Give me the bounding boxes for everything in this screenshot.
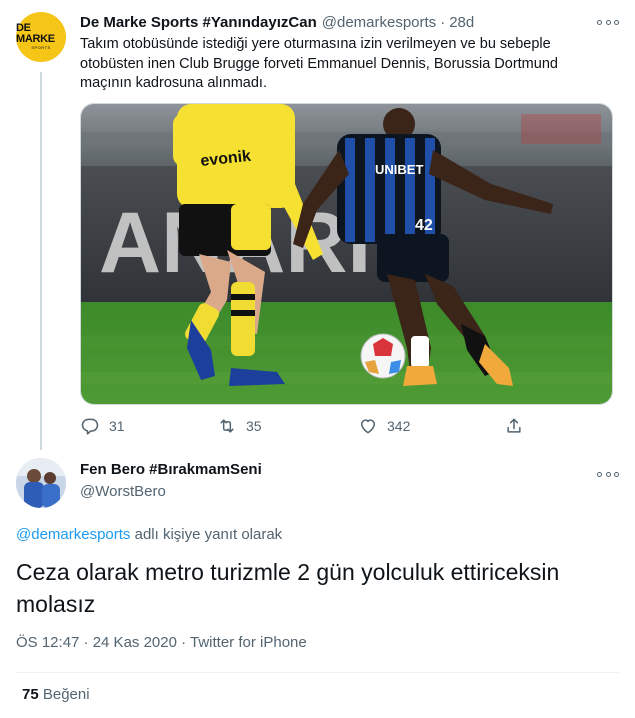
retweet-count: 35 [246, 418, 262, 434]
share-icon [507, 418, 521, 433]
more-icon[interactable] [597, 14, 619, 30]
tweet-text: Takım otobüsünde istediği yere oturmasın… [80, 36, 558, 91]
like-button[interactable]: 342 [358, 414, 410, 438]
away-number-text: 42 [415, 217, 433, 234]
reply-button[interactable]: 31 [80, 414, 125, 438]
like-count: 342 [387, 418, 411, 434]
divider [16, 672, 619, 673]
reply-icon [81, 418, 99, 435]
retweet-button[interactable]: 35 [217, 414, 262, 438]
tweet-header: De Marke Sports #YanındayızCan @demarkes… [80, 12, 619, 32]
separator-dot: · [440, 13, 446, 31]
display-name[interactable]: De Marke Sports #YanındayızCan [80, 14, 317, 31]
likes-summary[interactable]: 75 Beğeni [22, 686, 90, 703]
avatar[interactable]: DE MARKE SPORTS [16, 12, 66, 62]
football-match-photo: ANARIY evonik [81, 104, 612, 404]
retweet-icon [220, 419, 234, 433]
tweet-meta[interactable]: ÖS 12:47 · 24 Kas 2020 · Twitter for iPh… [16, 634, 307, 651]
avatar-logo-text: DE MARKE [16, 22, 55, 45]
tweet-media-photo[interactable]: ANARIY evonik [80, 103, 613, 405]
replying-to-suffix: adlı kişiye yanıt olarak [130, 526, 283, 543]
tweet-text: Ceza olarak metro turizmle 2 gün yolculu… [16, 559, 560, 617]
share-button[interactable] [504, 414, 533, 438]
likes-label: Beğeni [38, 686, 90, 703]
thread-connector-line [40, 72, 42, 450]
away-sponsor-text: UNIBET [375, 162, 423, 177]
more-icon[interactable] [597, 466, 619, 482]
like-icon [361, 419, 375, 434]
replying-to-link[interactable]: @demarkesports [16, 526, 130, 543]
football-ball [360, 333, 406, 379]
avatar-photo [16, 458, 66, 508]
likes-count: 75 [22, 686, 39, 703]
reply-count: 31 [109, 418, 125, 434]
user-handle[interactable]: @demarkesports [322, 14, 436, 31]
display-name[interactable]: Fen Bero #BırakmamSeni [80, 461, 262, 478]
avatar-logo-subtext: SPORTS [31, 45, 51, 50]
avatar[interactable] [16, 458, 66, 508]
replying-to: @demarkesports adlı kişiye yanıt olarak [16, 526, 282, 543]
tweet-time[interactable]: 28d [449, 14, 474, 31]
user-handle[interactable]: @WorstBero [80, 483, 166, 500]
tweet-actions: 31 35 342 [80, 414, 530, 438]
